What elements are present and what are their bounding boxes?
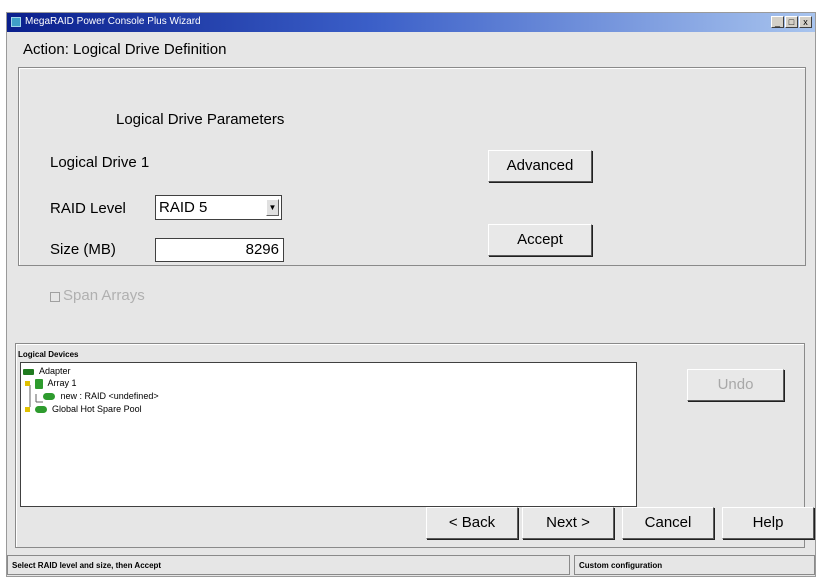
hot-spare-icon — [34, 406, 47, 414]
span-arrays-label: Span Arrays — [63, 287, 145, 304]
tree-item-new-logical-drive[interactable]: new : RAID <undefined> — [43, 391, 159, 401]
logical-devices-title: Logical Devices — [18, 350, 79, 359]
size-label: Size (MB) — [50, 241, 116, 258]
status-bar-message: Select RAID level and size, then Accept — [7, 555, 570, 575]
close-button[interactable]: x — [799, 16, 812, 28]
array-icon — [34, 378, 43, 389]
title-bar[interactable]: MegaRAID Power Console Plus Wizard _ □ x — [7, 13, 815, 32]
tree-item-array-1[interactable]: Array 1 — [25, 378, 77, 389]
raid-level-dropdown[interactable]: RAID 5 ▼ — [155, 195, 282, 220]
tree-item-global-hot-spare-pool[interactable]: Global Hot Spare Pool — [25, 404, 142, 414]
next-button[interactable]: Next > — [522, 507, 614, 539]
cancel-button[interactable]: Cancel — [622, 507, 714, 539]
tree-item-adapter[interactable]: Adapter — [23, 366, 71, 376]
advanced-button[interactable]: Advanced — [488, 150, 592, 182]
undo-button[interactable]: Undo — [687, 369, 784, 401]
size-input[interactable]: 8296 — [155, 238, 284, 262]
size-value: 8296 — [245, 241, 279, 258]
minimize-button[interactable]: _ — [771, 16, 784, 28]
action-label: Action: Logical Drive Definition — [23, 41, 227, 58]
logical-devices-tree[interactable]: Adapter Array 1 new : RAID <undefined> G… — [20, 362, 637, 507]
expand-node-icon[interactable] — [25, 407, 30, 413]
logical-drive-parameters-group: Logical Drive Parameters Logical Drive 1… — [18, 67, 806, 266]
help-button[interactable]: Help — [722, 507, 814, 539]
window-controls: _ □ x — [771, 16, 812, 28]
adapter-icon — [23, 368, 34, 375]
raid-level-value: RAID 5 — [159, 199, 208, 216]
chevron-down-icon[interactable]: ▼ — [266, 199, 279, 216]
status-bar-mode: Custom configuration — [574, 555, 815, 575]
tree-item-label: Array 1 — [47, 378, 77, 388]
raid-level-label: RAID Level — [50, 200, 126, 217]
tree-item-label: Adapter — [39, 366, 71, 376]
back-button[interactable]: < Back — [426, 507, 518, 539]
tree-item-label: new : RAID <undefined> — [60, 391, 159, 401]
expand-node-icon[interactable] — [25, 381, 30, 387]
wizard-window: MegaRAID Power Console Plus Wizard _ □ x… — [6, 12, 816, 577]
tree-item-label: Global Hot Spare Pool — [52, 404, 142, 414]
parameters-heading: Logical Drive Parameters — [116, 111, 285, 128]
accept-button[interactable]: Accept — [488, 224, 592, 256]
span-arrays-checkbox[interactable] — [50, 292, 60, 302]
logical-drive-icon — [43, 393, 55, 401]
maximize-button[interactable]: □ — [785, 16, 798, 28]
logical-drive-label: Logical Drive 1 — [50, 154, 150, 171]
app-icon — [11, 17, 21, 27]
window-title: MegaRAID Power Console Plus Wizard — [25, 16, 201, 27]
